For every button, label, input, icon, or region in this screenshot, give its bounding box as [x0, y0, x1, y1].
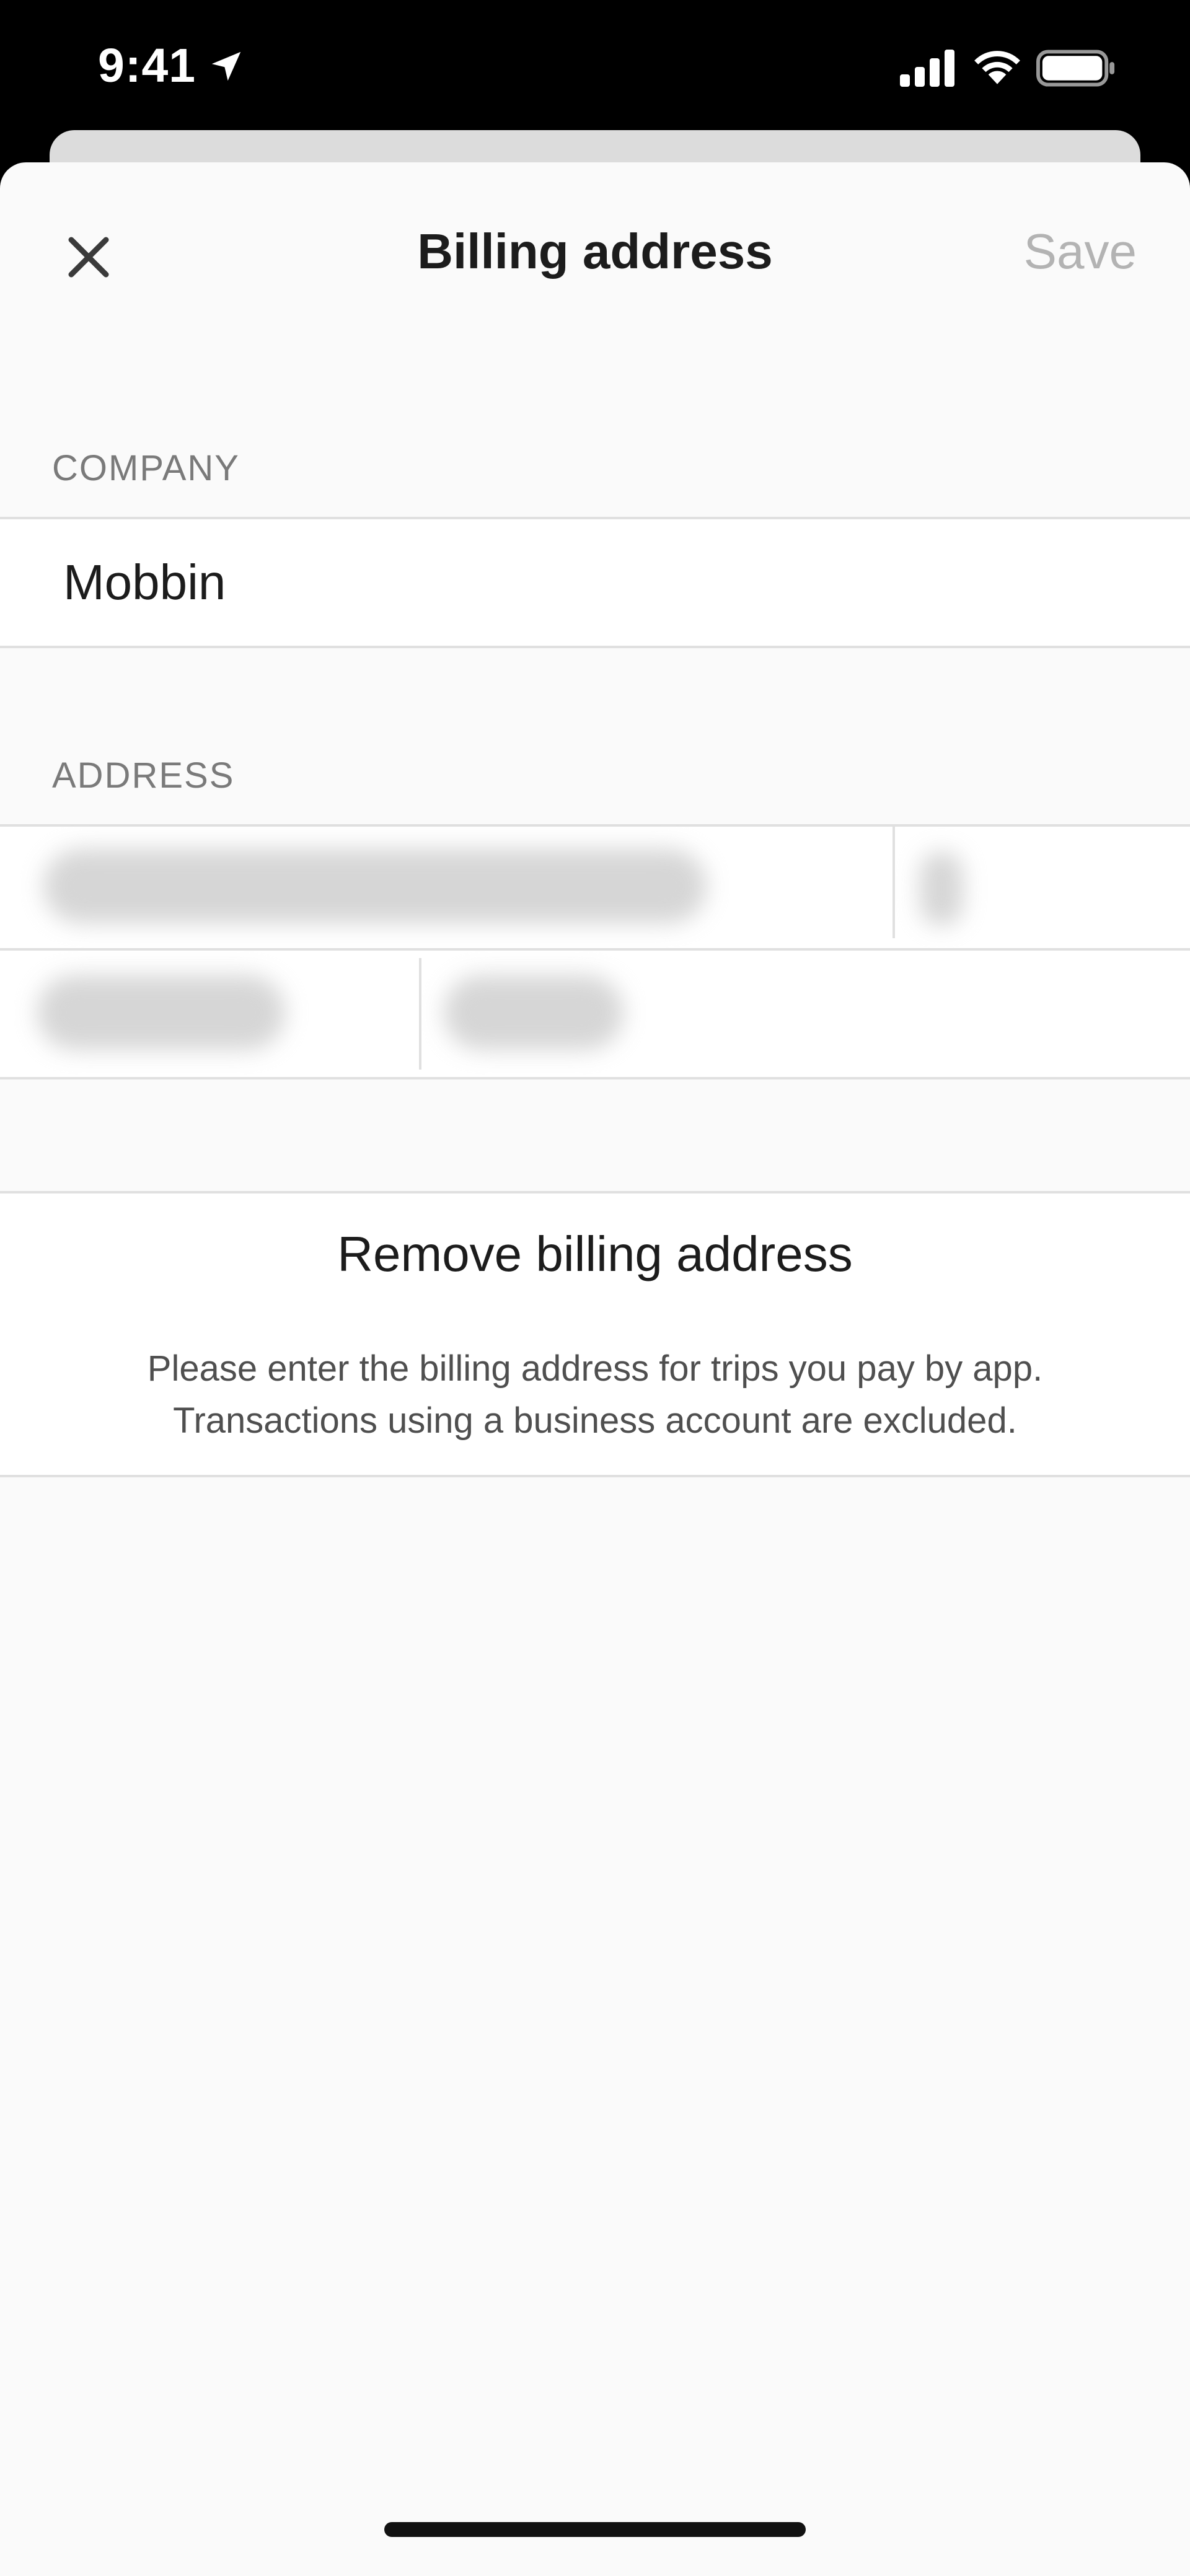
address-row-city	[0, 948, 1190, 1079]
redacted-unit	[920, 851, 963, 926]
company-row	[0, 517, 1190, 648]
home-indicator	[384, 2522, 806, 2537]
navigation-header: Billing address Save	[0, 162, 1190, 342]
page-title: Billing address	[417, 224, 773, 279]
postal-code-field[interactable]	[421, 951, 1190, 1077]
status-time: 9:41	[98, 39, 196, 92]
address-row-street	[0, 824, 1190, 951]
close-icon	[68, 237, 109, 278]
location-arrow-icon	[211, 51, 241, 81]
remove-billing-address-button[interactable]: Remove billing address	[0, 1191, 1190, 1317]
cellular-signal-icon	[900, 50, 954, 87]
status-bar: 9:41	[0, 0, 1190, 133]
address-section-label: ADDRESS	[52, 755, 235, 796]
billing-note-line-1: Please enter the billing address for tri…	[147, 1348, 1043, 1389]
redacted-postal-code	[444, 975, 624, 1050]
save-button[interactable]: Save	[1024, 223, 1137, 280]
unit-field[interactable]	[895, 827, 1190, 951]
battery-icon	[1036, 50, 1115, 87]
company-input[interactable]	[63, 519, 1117, 646]
billing-address-sheet: Billing address Save COMPANY ADDRESS	[0, 162, 1190, 2576]
remove-billing-address-label: Remove billing address	[337, 1226, 853, 1281]
city-field[interactable]	[0, 951, 419, 1077]
app-screen: 9:41 Billing address Save COMPANY Mobbin…	[0, 0, 1190, 2576]
close-button[interactable]	[50, 218, 128, 296]
redacted-street-address	[43, 849, 707, 923]
street-address-field[interactable]	[0, 827, 892, 951]
billing-note: Please enter the billing address for tri…	[0, 1315, 1190, 1477]
billing-note-line-2: Transactions using a business account ar…	[173, 1400, 1017, 1441]
wifi-icon	[974, 51, 1020, 84]
redacted-city	[37, 975, 285, 1050]
company-section-label: COMPANY	[52, 448, 240, 488]
